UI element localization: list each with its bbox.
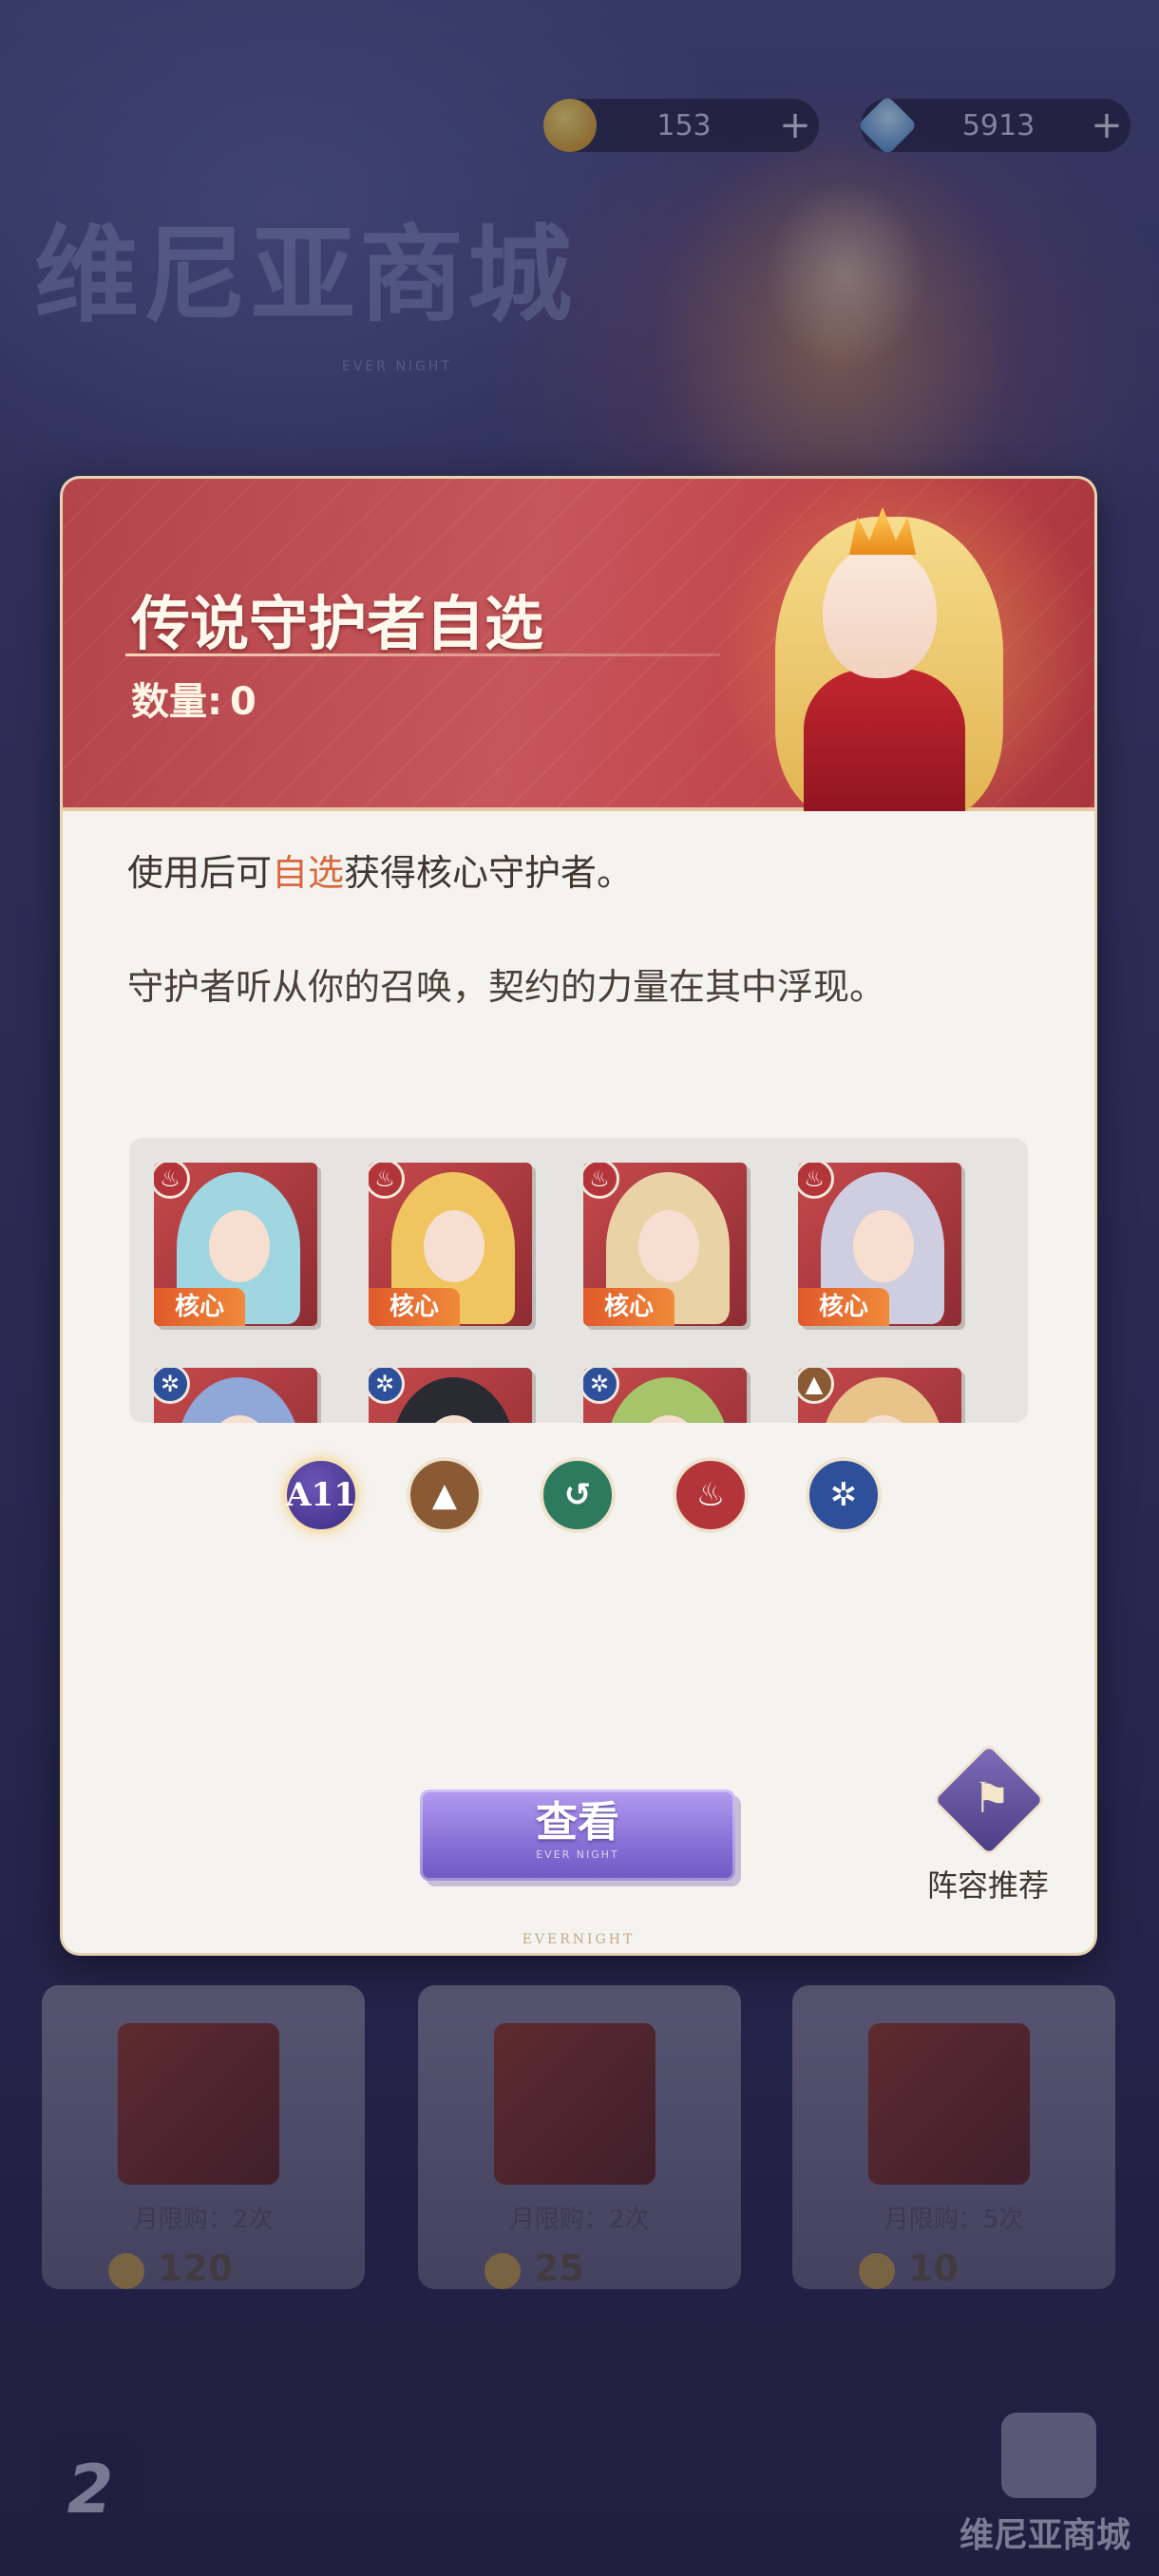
hero-tile[interactable]: ✲核心 <box>583 1368 747 1423</box>
filter-ice-button[interactable]: ✲ <box>806 1457 882 1533</box>
description-line-2: 守护者听从你的召唤，契约的力量在其中浮现。 <box>127 966 886 1008</box>
fire-icon: ♨ <box>695 1476 726 1514</box>
filter-earth-button[interactable]: ▲ <box>407 1457 483 1533</box>
earth-icon: ▲ <box>798 1368 834 1404</box>
hero-portrait <box>391 1377 515 1423</box>
hero-select-dialog: 传说守护者自选 数量: 0 使用后可自选获得核心守护者。 守护者听从你的召唤，契约… <box>63 479 1094 1953</box>
ice-icon: ✲ <box>154 1368 190 1404</box>
header-hero-art <box>661 479 1094 811</box>
hero-tile[interactable]: ♨ 核心 <box>583 1163 747 1326</box>
lineup-recommend-label: 阵容推荐 <box>926 1867 1049 1904</box>
core-badge: 核心 <box>798 1288 889 1326</box>
ice-icon: ✲ <box>583 1368 619 1404</box>
hero-tile[interactable]: ♨ 核心 <box>369 1163 532 1326</box>
fire-icon: ♨ <box>369 1163 405 1199</box>
hero-portrait <box>177 1377 300 1423</box>
title-divider <box>125 653 720 656</box>
footer-brand: EVERNIGHT <box>522 1932 636 1947</box>
core-badge: 核心 <box>583 1288 674 1326</box>
hero-tile[interactable]: ✲核心 <box>369 1368 532 1423</box>
fire-icon: ♨ <box>154 1163 190 1199</box>
hero-portrait <box>821 1377 944 1423</box>
quantity-value: 0 <box>230 680 256 724</box>
earth-icon: ▲ <box>431 1476 458 1514</box>
highlight-text: 自选 <box>272 852 345 894</box>
ice-icon: ✲ <box>369 1368 405 1404</box>
filter-wind-button[interactable]: ↺ <box>540 1457 616 1533</box>
filter-all-button[interactable]: A11 <box>283 1457 359 1533</box>
hero-tile[interactable]: ▲核心 <box>798 1368 961 1423</box>
hero-grid[interactable]: ♨核心♨核心♨核心♨核心✲核心✲核心✲核心▲核心▲核心▲核心↺核心↺核心 <box>129 1138 1028 1423</box>
view-button[interactable]: 查看 EVER NIGHT <box>420 1790 735 1881</box>
hero-tile[interactable]: ✲核心 <box>154 1368 317 1423</box>
core-badge: 核心 <box>154 1288 245 1326</box>
hero-portrait <box>606 1377 730 1423</box>
description-line-1: 使用后可自选获得核心守护者。 <box>127 852 634 894</box>
core-badge: 核心 <box>369 1288 460 1326</box>
filter-fire-button[interactable]: ♨ <box>673 1457 749 1533</box>
fire-icon: ♨ <box>583 1163 619 1199</box>
wind-icon: ↺ <box>563 1476 592 1514</box>
hero-tile[interactable]: ♨ 核心 <box>154 1163 317 1326</box>
view-button-sub: EVER NIGHT <box>536 1848 619 1861</box>
quantity-row: 数量: 0 <box>131 671 256 726</box>
lineup-recommend-button[interactable]: ⚑ 阵容推荐 <box>902 1742 1074 1921</box>
ice-icon: ✲ <box>829 1476 858 1514</box>
hero-tile[interactable]: ♨ 核心 <box>798 1163 961 1326</box>
element-filter-row: A11 ▲ ↺ ♨ ✲ <box>283 1457 910 1539</box>
dialog-title: 传说守护者自选 <box>131 589 544 658</box>
quantity-label: 数量: <box>131 680 222 724</box>
dialog-header: 传说守护者自选 数量: 0 <box>63 479 1094 811</box>
view-button-label: 查看 <box>536 1798 619 1847</box>
flag-icon: ⚑ <box>973 1774 1011 1823</box>
fire-icon: ♨ <box>798 1163 834 1199</box>
